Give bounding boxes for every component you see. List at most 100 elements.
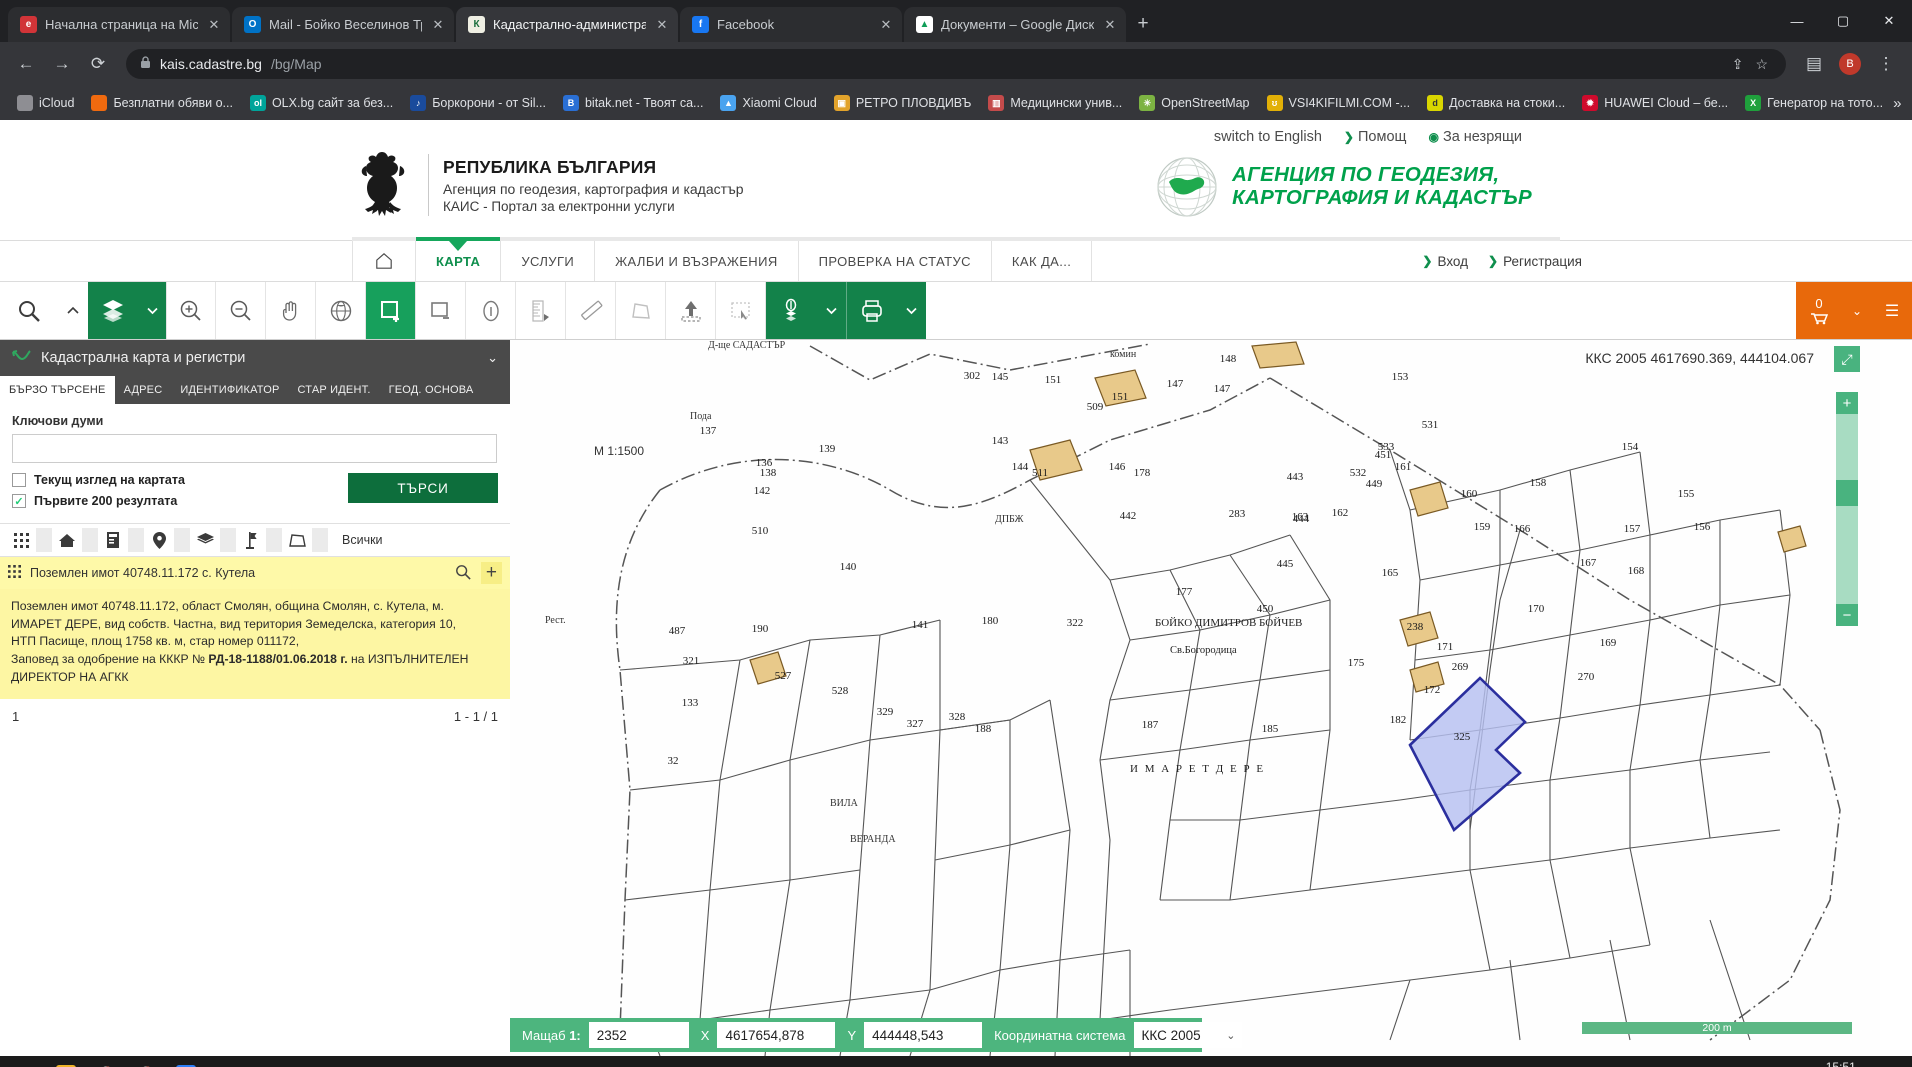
bookmark-item[interactable]: ▥ Медицински унив... (981, 91, 1129, 115)
search-button[interactable]: ТЪРСИ (348, 473, 498, 503)
tab-close-icon[interactable]: ✕ (430, 17, 446, 33)
print-tool-button[interactable] (846, 282, 896, 339)
switch-language-link[interactable]: switch to English (1214, 129, 1322, 145)
login-link[interactable]: ❯ Вход (1422, 254, 1468, 269)
tab-geodetic-base[interactable]: ГЕОД. ОСНОВА (380, 376, 483, 404)
filter-polygon-icon[interactable] (284, 528, 310, 552)
bookmark-star-icon[interactable]: ☆ (1755, 56, 1768, 73)
toolbar-collapse-button[interactable] (58, 282, 88, 339)
x-coordinate-input[interactable] (717, 1022, 836, 1048)
identify-tool-button[interactable] (466, 282, 516, 339)
bookmark-item[interactable]: ▲ Xiaomi Cloud (713, 91, 823, 115)
option-first-200[interactable]: ✓ Първите 200 резултата (12, 494, 348, 508)
map-canvas[interactable]: 151 153 531 533 532 154 155 156 158 157 159 16… (510, 340, 1880, 1056)
nav-status-check[interactable]: ПРОВЕРКА НА СТАТУС (799, 241, 992, 281)
filter-building-icon[interactable] (54, 528, 80, 552)
file-explorer-icon[interactable]: ▤ (46, 1056, 86, 1067)
print-dropdown-button[interactable] (896, 282, 926, 339)
tab-quick-search[interactable]: БЪРЗО ТЪРСЕНЕ (0, 376, 115, 404)
pan-tool-button[interactable] (266, 282, 316, 339)
nav-complaints[interactable]: ЖАЛБИ И ВЪЗРАЖЕНИЯ (595, 241, 799, 281)
nav-home[interactable] (352, 241, 416, 281)
bookmark-item[interactable]: ʊ VSI4KIFILMI.COM -... (1260, 91, 1418, 115)
sidebar-panel-header[interactable]: Кадастрална карта и регистри ⌄ (0, 340, 510, 376)
coordinate-tool-button[interactable] (766, 282, 816, 339)
layers-dropdown-button[interactable] (138, 282, 166, 339)
bookmark-item[interactable]: Bbitak.net - Твоят са... (556, 91, 711, 115)
chrome-icon[interactable] (86, 1056, 126, 1067)
tab-close-icon[interactable]: ✕ (654, 17, 670, 33)
checkbox-first-200[interactable]: ✓ (12, 494, 26, 508)
register-link[interactable]: ❯ Регистрация (1488, 254, 1582, 269)
option-current-view[interactable]: Текущ изглед на картата (12, 473, 348, 487)
bookmark-item[interactable]: ol OLX.bg сайт за без... (243, 91, 400, 115)
zoom-out-button[interactable]: − (1836, 604, 1858, 626)
zoom-slider-thumb[interactable] (1836, 480, 1858, 506)
browser-tab-active[interactable]: К Кадастрално-административна ✕ (456, 7, 678, 42)
map-zoom-control[interactable]: + − (1836, 392, 1858, 626)
basket-button[interactable]: 0 (1796, 282, 1842, 339)
back-icon[interactable]: ← (10, 48, 42, 80)
crs-select[interactable]: ККС 2005 ⌄ (1133, 1022, 1242, 1048)
store-icon[interactable]: ▣ (166, 1056, 206, 1067)
browser-tab[interactable]: e Начална страница на Microsoft ✕ (8, 7, 230, 42)
reload-icon[interactable]: ⟳ (82, 48, 114, 80)
chevron-down-icon[interactable]: ⌄ (487, 350, 498, 366)
nav-map[interactable]: КАРТА (416, 237, 502, 281)
result-add-icon[interactable]: + (480, 562, 502, 584)
bookmark-item[interactable]: d Доставка на стоки... (1420, 91, 1572, 115)
taskbar-clock[interactable]: 15:51 9.11.2022 (1815, 1060, 1868, 1067)
tab-close-icon[interactable]: ✕ (206, 17, 222, 33)
filter-layers-icon[interactable] (192, 528, 218, 552)
zoom-slider-track[interactable] (1836, 414, 1858, 604)
map-expand-button[interactable]: ⤢ (1834, 346, 1860, 372)
chrome-alt-icon[interactable] (126, 1056, 166, 1067)
zoom-out-tool-button[interactable] (216, 282, 266, 339)
tab-address[interactable]: АДРЕС (115, 376, 172, 404)
measure-area-tool-button[interactable] (616, 282, 666, 339)
select-rectangle-tool-button[interactable] (366, 282, 416, 339)
result-zoom-icon[interactable] (455, 564, 471, 583)
search-tool-button[interactable] (0, 282, 58, 339)
tab-identifier[interactable]: ИДЕНТИФИКАТОР (171, 376, 288, 404)
keywords-input[interactable] (12, 434, 497, 463)
browser-tab[interactable]: ▲ Документи – Google Диск ✕ (904, 7, 1126, 42)
new-tab-button[interactable]: + (1128, 9, 1158, 39)
filter-location-pin-icon[interactable] (146, 528, 172, 552)
select-area-tool-button[interactable] (716, 282, 766, 339)
bookmark-item[interactable]: ♪ Боркорони - от Sil... (403, 91, 553, 115)
maximize-button[interactable]: ▢ (1820, 0, 1866, 42)
nav-services[interactable]: УСЛУГИ (501, 241, 596, 281)
extensions-icon[interactable]: ▤ (1798, 48, 1830, 80)
filter-all-label[interactable]: Всички (342, 533, 383, 547)
scalebar-tool-button[interactable] (516, 282, 566, 339)
deselect-tool-button[interactable] (416, 282, 466, 339)
hamburger-menu-button[interactable]: ☰ (1872, 282, 1912, 339)
forward-icon[interactable]: → (46, 48, 78, 80)
bookmark-item[interactable]: ✳ OpenStreetMap (1132, 91, 1256, 115)
profile-avatar[interactable]: B (1834, 48, 1866, 80)
window-close-button[interactable]: ✕ (1866, 0, 1912, 42)
bookmarks-overflow-icon[interactable]: » (1893, 95, 1907, 112)
bookmark-item[interactable]: ▣ РЕТРО ПЛОВДИВЪ (827, 91, 979, 115)
address-bar[interactable]: kais.cadastre.bg/bg/Map ⇪ ☆ (126, 49, 1786, 79)
bookmark-item[interactable]: ✹ HUAWEI Cloud – бе... (1575, 91, 1735, 115)
pager-page-number[interactable]: 1 (12, 709, 19, 724)
browser-tab[interactable]: f Facebook ✕ (680, 7, 902, 42)
share-icon[interactable]: ⇪ (1732, 56, 1744, 73)
bookmark-item[interactable]: Безплатни обяви о... (84, 91, 240, 115)
start-button[interactable] (6, 1056, 46, 1067)
y-coordinate-input[interactable] (864, 1022, 983, 1048)
tab-close-icon[interactable]: ✕ (1102, 17, 1118, 33)
checkbox-current-view[interactable] (12, 473, 26, 487)
layers-tool-button[interactable] (88, 282, 138, 339)
upload-tool-button[interactable] (666, 282, 716, 339)
bookmark-item[interactable]: X Генератор на тото... (1738, 91, 1890, 115)
tab-close-icon[interactable]: ✕ (878, 17, 894, 33)
minimize-button[interactable]: — (1774, 0, 1820, 42)
accessibility-link[interactable]: ◉ За незрящи (1428, 129, 1522, 145)
tab-old-identifier[interactable]: СТАР ИДЕНТ. (289, 376, 380, 404)
filter-floor-icon[interactable] (100, 528, 126, 552)
browser-tab[interactable]: O Mail - Бойко Веселинов Трифон ✕ (232, 7, 454, 42)
browser-menu-icon[interactable]: ⋮ (1870, 48, 1902, 80)
